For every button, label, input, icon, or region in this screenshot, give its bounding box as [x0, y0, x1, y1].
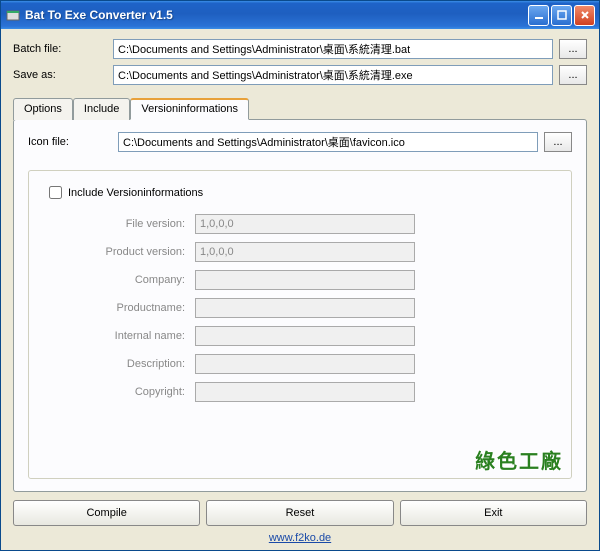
reset-button[interactable]: Reset	[206, 500, 393, 526]
compile-button[interactable]: Compile	[13, 500, 200, 526]
file-version-label: File version:	[85, 218, 195, 230]
exit-button[interactable]: Exit	[400, 500, 587, 526]
bottom-buttons: Compile Reset Exit	[13, 500, 587, 526]
icon-file-label: Icon file:	[28, 136, 118, 148]
internal-name-input	[195, 326, 415, 346]
watermark: 綠色工廠	[475, 445, 563, 474]
include-versioninfo-checkbox[interactable]	[49, 186, 62, 199]
company-label: Company:	[85, 274, 195, 286]
tab-panel: Icon file: ... Include Versioninformatio…	[13, 119, 587, 492]
file-version-input	[195, 214, 415, 234]
icon-file-browse-button[interactable]: ...	[544, 132, 572, 152]
save-as-browse-button[interactable]: ...	[559, 65, 587, 85]
description-label: Description:	[85, 358, 195, 370]
tabs-container: Options Include Versioninformations Icon…	[13, 97, 587, 492]
batch-file-browse-button[interactable]: ...	[559, 39, 587, 59]
copyright-input	[195, 382, 415, 402]
footer: www.f2ko.de	[13, 532, 587, 544]
tab-options[interactable]: Options	[13, 98, 73, 120]
icon-file-row: Icon file: ...	[28, 132, 572, 152]
internal-name-label: Internal name:	[85, 330, 195, 342]
batch-file-row: Batch file: ...	[13, 39, 587, 59]
footer-link[interactable]: www.f2ko.de	[269, 532, 331, 544]
app-window: Bat To Exe Converter v1.5 Batch file: ..…	[0, 0, 600, 551]
batch-file-label: Batch file:	[13, 43, 113, 55]
minimize-button[interactable]	[528, 5, 549, 26]
product-version-label: Product version:	[85, 246, 195, 258]
save-as-row: Save as: ...	[13, 65, 587, 85]
close-button[interactable]	[574, 5, 595, 26]
copyright-label: Copyright:	[85, 386, 195, 398]
content-area: Batch file: ... Save as: ... Options Inc…	[1, 29, 599, 550]
include-versioninfo-label: Include Versioninformations	[68, 187, 203, 199]
batch-file-input[interactable]	[113, 39, 553, 59]
window-title: Bat To Exe Converter v1.5	[25, 8, 528, 22]
window-controls	[528, 5, 595, 26]
description-input	[195, 354, 415, 374]
productname-label: Productname:	[85, 302, 195, 314]
include-versioninfo-row: Include Versioninformations	[45, 183, 555, 202]
save-as-input[interactable]	[113, 65, 553, 85]
tab-strip: Options Include Versioninformations	[13, 97, 587, 119]
maximize-button[interactable]	[551, 5, 572, 26]
icon-file-input[interactable]	[118, 132, 538, 152]
productname-input	[195, 298, 415, 318]
tab-versioninfo[interactable]: Versioninformations	[130, 98, 249, 120]
tab-include[interactable]: Include	[73, 98, 130, 120]
company-input	[195, 270, 415, 290]
app-icon	[5, 7, 21, 23]
titlebar: Bat To Exe Converter v1.5	[1, 1, 599, 29]
save-as-label: Save as:	[13, 69, 113, 81]
product-version-input	[195, 242, 415, 262]
versioninfo-group: Include Versioninformations File version…	[28, 170, 572, 479]
